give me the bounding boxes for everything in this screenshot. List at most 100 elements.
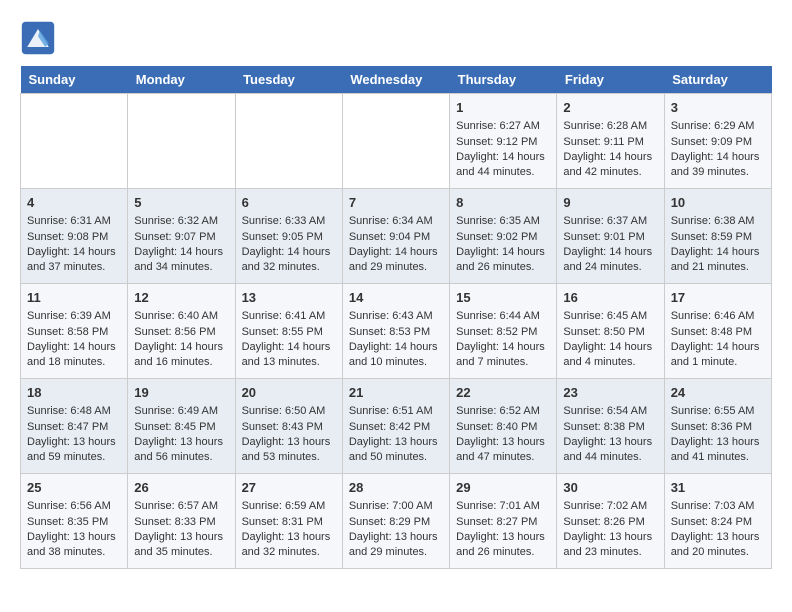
cell-content: Sunrise: 6:50 AM: [242, 404, 336, 419]
cell-content: Sunset: 8:47 PM: [27, 420, 121, 435]
cell-content: Daylight: 13 hours and 23 minutes.: [563, 530, 657, 561]
calendar-cell: [21, 94, 128, 189]
calendar-cell: 18 Sunrise: 6:48 AMSunset: 8:47 PMDayligh…: [21, 379, 128, 474]
cell-content: Sunrise: 6:33 AM: [242, 214, 336, 229]
cell-content: Daylight: 13 hours and 20 minutes.: [671, 530, 765, 561]
cell-content: Sunrise: 6:41 AM: [242, 309, 336, 324]
calendar-cell: 6Sunrise: 6:33 AMSunset: 9:05 PMDaylight…: [235, 189, 342, 284]
calendar-cell: [128, 94, 235, 189]
weekday-header: Tuesday: [235, 66, 342, 94]
day-number: 18: [27, 384, 121, 402]
calendar-week-row: 4 Sunrise: 6:31 AMSunset: 9:08 PM Daylight…: [21, 189, 772, 284]
calendar-cell: 5Sunrise: 6:32 AMSunset: 9:07 PMDaylight…: [128, 189, 235, 284]
cell-content: Daylight: 14 hours and 44 minutes.: [456, 150, 550, 181]
cell-content: Daylight: 13 hours and 35 minutes.: [134, 530, 228, 561]
calendar-cell: 22Sunrise: 6:52 AMSunset: 8:40 PMDayligh…: [450, 379, 557, 474]
day-number: 7: [349, 194, 443, 212]
day-number: 19: [134, 384, 228, 402]
cell-content: Sunrise: 7:02 AM: [563, 499, 657, 514]
cell-content: Sunrise: 7:00 AM: [349, 499, 443, 514]
day-number: 17: [671, 289, 765, 307]
cell-content: Sunset: 9:04 PM: [349, 230, 443, 245]
day-number: 14: [349, 289, 443, 307]
calendar-cell: 16Sunrise: 6:45 AMSunset: 8:50 PMDayligh…: [557, 284, 664, 379]
cell-content: Daylight: 13 hours and 26 minutes.: [456, 530, 550, 561]
cell-content: Sunrise: 6:39 AM: [27, 309, 121, 324]
cell-content: Daylight: 14 hours and 29 minutes.: [349, 245, 443, 276]
cell-content: Sunrise: 6:44 AM: [456, 309, 550, 324]
cell-content: Sunrise: 6:52 AM: [456, 404, 550, 419]
calendar-cell: 17Sunrise: 6:46 AMSunset: 8:48 PMDayligh…: [664, 284, 771, 379]
cell-content: Daylight: 14 hours and 4 minutes.: [563, 340, 657, 371]
day-number: 2: [563, 99, 657, 117]
cell-content: Sunset: 8:43 PM: [242, 420, 336, 435]
calendar-cell: 12Sunrise: 6:40 AMSunset: 8:56 PMDayligh…: [128, 284, 235, 379]
cell-content: Sunrise: 7:03 AM: [671, 499, 765, 514]
cell-content: Sunrise: 6:48 AM: [27, 404, 121, 419]
calendar-table: SundayMondayTuesdayWednesdayThursdayFrid…: [20, 66, 772, 569]
logo: [20, 20, 62, 56]
cell-content: Daylight: 13 hours and 29 minutes.: [349, 530, 443, 561]
cell-content: Daylight: 13 hours and 50 minutes.: [349, 435, 443, 466]
cell-content: Sunset: 8:26 PM: [563, 515, 657, 530]
cell-content: Sunset: 8:53 PM: [349, 325, 443, 340]
cell-content: Sunset: 8:58 PM: [27, 325, 121, 340]
day-number: 30: [563, 479, 657, 497]
day-number: 11: [27, 289, 121, 307]
logo-icon: [20, 20, 56, 56]
cell-content: Sunset: 8:38 PM: [563, 420, 657, 435]
calendar-cell: 14Sunrise: 6:43 AMSunset: 8:53 PMDayligh…: [342, 284, 449, 379]
day-number: 23: [563, 384, 657, 402]
cell-content: Sunset: 8:56 PM: [134, 325, 228, 340]
day-number: 26: [134, 479, 228, 497]
cell-content: Sunset: 9:12 PM: [456, 135, 550, 150]
cell-content: Sunrise: 6:35 AM: [456, 214, 550, 229]
cell-content: Sunrise: 6:54 AM: [563, 404, 657, 419]
calendar-cell: 9Sunrise: 6:37 AMSunset: 9:01 PMDaylight…: [557, 189, 664, 284]
day-number: 13: [242, 289, 336, 307]
calendar-cell: 7Sunrise: 6:34 AMSunset: 9:04 PMDaylight…: [342, 189, 449, 284]
day-number: 4: [27, 194, 121, 212]
page-header: [20, 20, 772, 56]
cell-content: Sunrise: 7:01 AM: [456, 499, 550, 514]
cell-content: Daylight: 14 hours and 13 minutes.: [242, 340, 336, 371]
cell-content: Sunset: 9:08 PM: [27, 230, 121, 245]
calendar-week-row: 18Sunrise: 6:48 AMSunset: 8:47 PMDayligh…: [21, 379, 772, 474]
calendar-cell: 4Sunrise: 6:31 AMSunset: 9:08 PMDaylight…: [21, 189, 128, 284]
cell-content: Sunrise: 6:27 AM: [456, 119, 550, 134]
calendar-cell: [342, 94, 449, 189]
calendar-cell: 24Sunrise: 6:55 AMSunset: 8:36 PMDayligh…: [664, 379, 771, 474]
day-number: 20: [242, 384, 336, 402]
day-number: 15: [456, 289, 550, 307]
cell-content: Daylight: 13 hours and 59 minutes.: [27, 435, 121, 466]
cell-content: Daylight: 13 hours and 41 minutes.: [671, 435, 765, 466]
cell-content: Sunrise: 6:31 AM: [27, 214, 121, 229]
calendar-cell: 15Sunrise: 6:44 AMSunset: 8:52 PMDayligh…: [450, 284, 557, 379]
cell-content: Daylight: 13 hours and 38 minutes.: [27, 530, 121, 561]
cell-content: Sunrise: 6:40 AM: [134, 309, 228, 324]
cell-content: Sunset: 8:29 PM: [349, 515, 443, 530]
calendar-cell: 25Sunrise: 6:56 AMSunset: 8:35 PMDayligh…: [21, 474, 128, 569]
day-number: 24: [671, 384, 765, 402]
day-number: 25: [27, 479, 121, 497]
cell-content: Sunrise: 6:59 AM: [242, 499, 336, 514]
cell-content: Daylight: 14 hours and 24 minutes.: [563, 245, 657, 276]
day-number: 27: [242, 479, 336, 497]
cell-content: Sunset: 8:40 PM: [456, 420, 550, 435]
day-number: 28: [349, 479, 443, 497]
cell-content: Sunset: 8:31 PM: [242, 515, 336, 530]
weekday-header: Saturday: [664, 66, 771, 94]
cell-content: Daylight: 13 hours and 56 minutes.: [134, 435, 228, 466]
cell-content: Sunset: 8:52 PM: [456, 325, 550, 340]
cell-content: Sunrise: 6:29 AM: [671, 119, 765, 134]
calendar-week-row: 1 Sunrise: 6:27 AMSunset: 9:12 PMDaylight…: [21, 94, 772, 189]
weekday-header-row: SundayMondayTuesdayWednesdayThursdayFrid…: [21, 66, 772, 94]
day-number: 1: [456, 99, 550, 117]
calendar-cell: 30 Sunrise: 7:02 AMSunset: 8:26 PMDayligh…: [557, 474, 664, 569]
weekday-header: Sunday: [21, 66, 128, 94]
weekday-header: Friday: [557, 66, 664, 94]
calendar-cell: [235, 94, 342, 189]
weekday-header: Monday: [128, 66, 235, 94]
calendar-cell: 11Sunrise: 6:39 AMSunset: 8:58 PMDayligh…: [21, 284, 128, 379]
calendar-week-row: 11 Sunrise: 6:39 AMSunset: 8:58 PM Dayligh…: [21, 284, 772, 379]
